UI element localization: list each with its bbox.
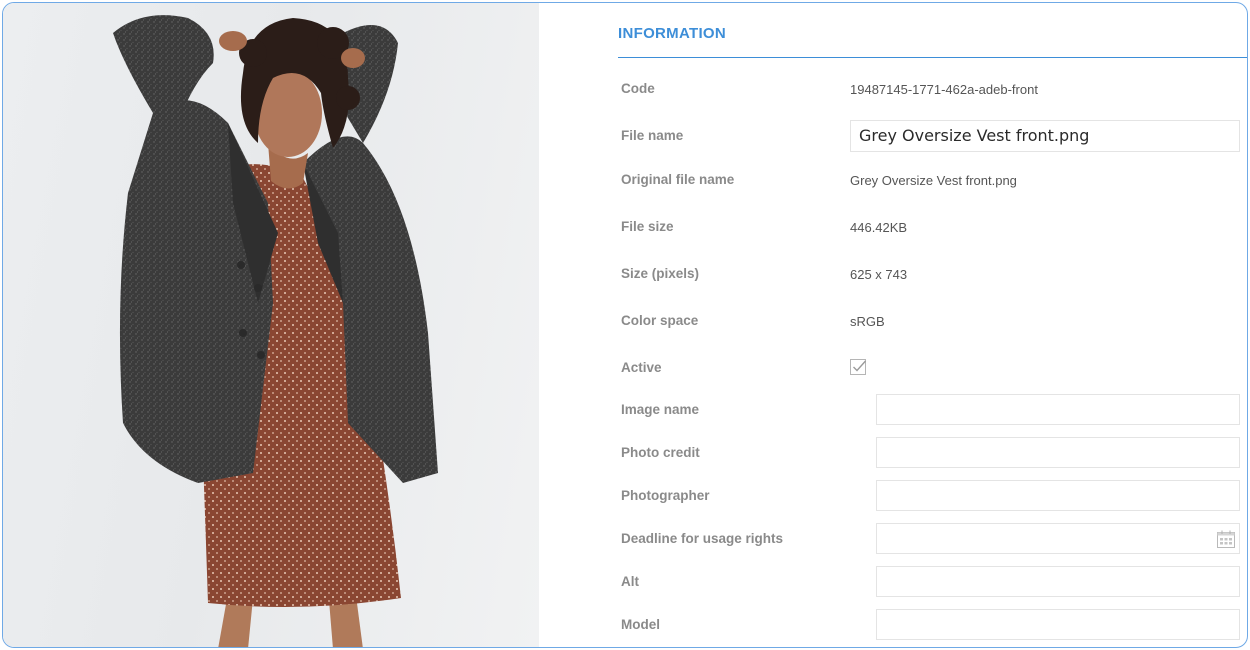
information-title: INFORMATION xyxy=(618,25,727,42)
title-divider xyxy=(618,57,1247,58)
photo-credit-label: Photo credit xyxy=(621,445,700,460)
model-input[interactable] xyxy=(876,609,1240,640)
product-photo xyxy=(3,3,539,647)
image-detail-card: INFORMATION Code 19487145-1771-462a-adeb… xyxy=(2,2,1248,648)
file-name-label: File name xyxy=(621,128,684,143)
information-panel: INFORMATION Code 19487145-1771-462a-adeb… xyxy=(539,3,1247,647)
file-name-input[interactable]: Grey Oversize Vest front.png xyxy=(850,120,1240,152)
color-space-value: sRGB xyxy=(850,314,885,329)
photographer-input[interactable] xyxy=(876,480,1240,511)
original-file-name-label: Original file name xyxy=(621,172,735,187)
model-illustration xyxy=(113,15,438,647)
file-size-value: 446.42KB xyxy=(850,220,908,235)
active-label: Active xyxy=(621,360,662,375)
code-label: Code xyxy=(621,81,655,96)
alt-input[interactable] xyxy=(876,566,1240,597)
deadline-input[interactable] xyxy=(876,523,1240,554)
image-name-label: Image name xyxy=(621,402,700,417)
model-label: Model xyxy=(621,617,660,632)
alt-label: Alt xyxy=(621,574,639,589)
size-pixels-label: Size (pixels) xyxy=(621,266,700,281)
color-space-label: Color space xyxy=(621,313,699,328)
calendar-icon[interactable] xyxy=(1216,529,1236,549)
size-pixels-value: 625 x 743 xyxy=(850,267,908,282)
photo-credit-input[interactable] xyxy=(876,437,1240,468)
deadline-label: Deadline for usage rights xyxy=(621,531,784,546)
original-file-name-value: Grey Oversize Vest front.png xyxy=(850,173,1017,188)
file-size-label: File size xyxy=(621,219,674,234)
checkbox-checked-icon[interactable] xyxy=(850,359,868,377)
image-name-input[interactable] xyxy=(876,394,1240,425)
photographer-label: Photographer xyxy=(621,488,710,503)
code-value: 19487145-1771-462a-adeb-front xyxy=(850,82,1038,97)
